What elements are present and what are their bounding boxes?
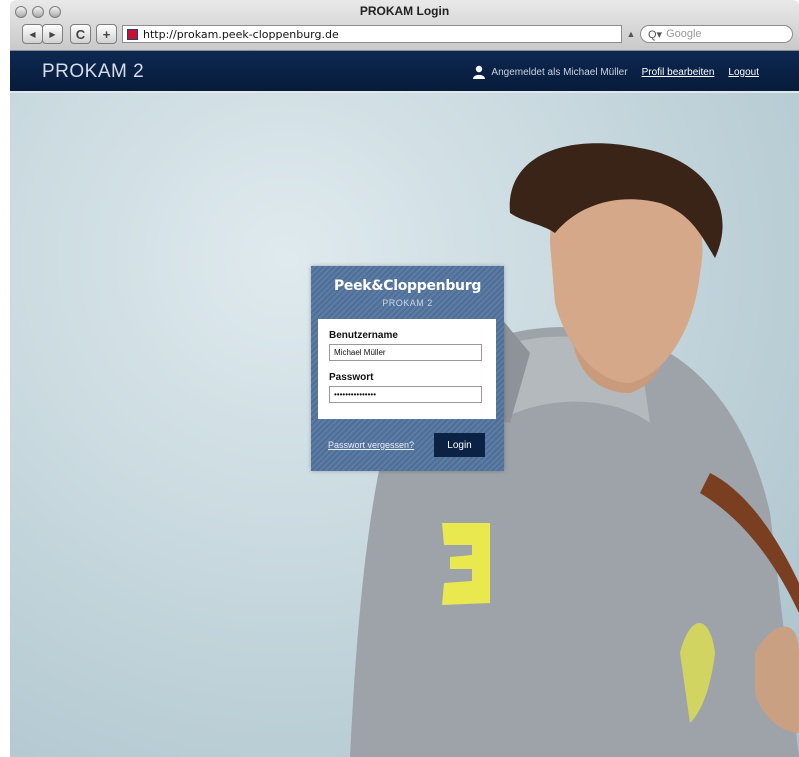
search-field[interactable]: Q▾ Google [640, 25, 793, 43]
reload-icon: C [75, 26, 86, 42]
username-label: Benutzername [329, 330, 398, 341]
back-arrow-icon: ◀ [29, 29, 36, 39]
plus-icon: + [102, 26, 111, 42]
forward-arrow-icon: ▶ [49, 29, 56, 39]
brand-logo: Peek&Cloppenburg [333, 278, 482, 294]
site-logo[interactable]: PROKAM 2 [42, 61, 144, 83]
url-history-icon[interactable]: ▲ [624, 25, 638, 43]
brand-subtitle: PROKAM 2 [382, 298, 433, 308]
back-button[interactable]: ◀ [22, 24, 43, 44]
logged-in-text: Angemeldet als Michael Müller [491, 66, 628, 78]
user-icon [473, 65, 486, 79]
user-area: Angemeldet als Michael Müller Profil bea… [472, 65, 759, 79]
password-input[interactable]: ••••••••••••••• [329, 386, 482, 403]
browser-toolbar: PROKAM Login ◀ ▶ C + http://prokam.peek-… [10, 0, 799, 51]
username-input[interactable]: Michael Müller [329, 344, 482, 361]
logout-link[interactable]: Logout [728, 67, 759, 78]
url-text: http://prokam.peek-cloppenburg.de [143, 27, 339, 41]
address-bar[interactable]: http://prokam.peek-cloppenburg.de [122, 25, 622, 43]
login-form: Benutzername Michael Müller Passwort •••… [318, 319, 496, 419]
search-icon: Q▾ [648, 28, 663, 41]
search-placeholder: Google [666, 28, 702, 40]
site-favicon-icon [127, 28, 138, 40]
add-bookmark-button[interactable]: + [96, 24, 117, 44]
window-title: PROKAM Login [359, 4, 450, 18]
site-header: PROKAM 2 Angemeldet als Michael Müller P… [10, 51, 799, 93]
login-button[interactable]: Login [434, 433, 485, 457]
password-label: Passwort [329, 372, 374, 383]
forgot-password-link[interactable]: Passwort vergessen? [328, 440, 414, 450]
login-panel: Peek&Cloppenburg PROKAM 2 Benutzername M… [311, 266, 504, 471]
browser-window: PROKAM Login ◀ ▶ C + http://prokam.peek-… [10, 0, 799, 757]
forward-button[interactable]: ▶ [42, 24, 63, 44]
reload-button[interactable]: C [70, 24, 91, 44]
profile-edit-link[interactable]: Profil bearbeiten [642, 67, 715, 78]
